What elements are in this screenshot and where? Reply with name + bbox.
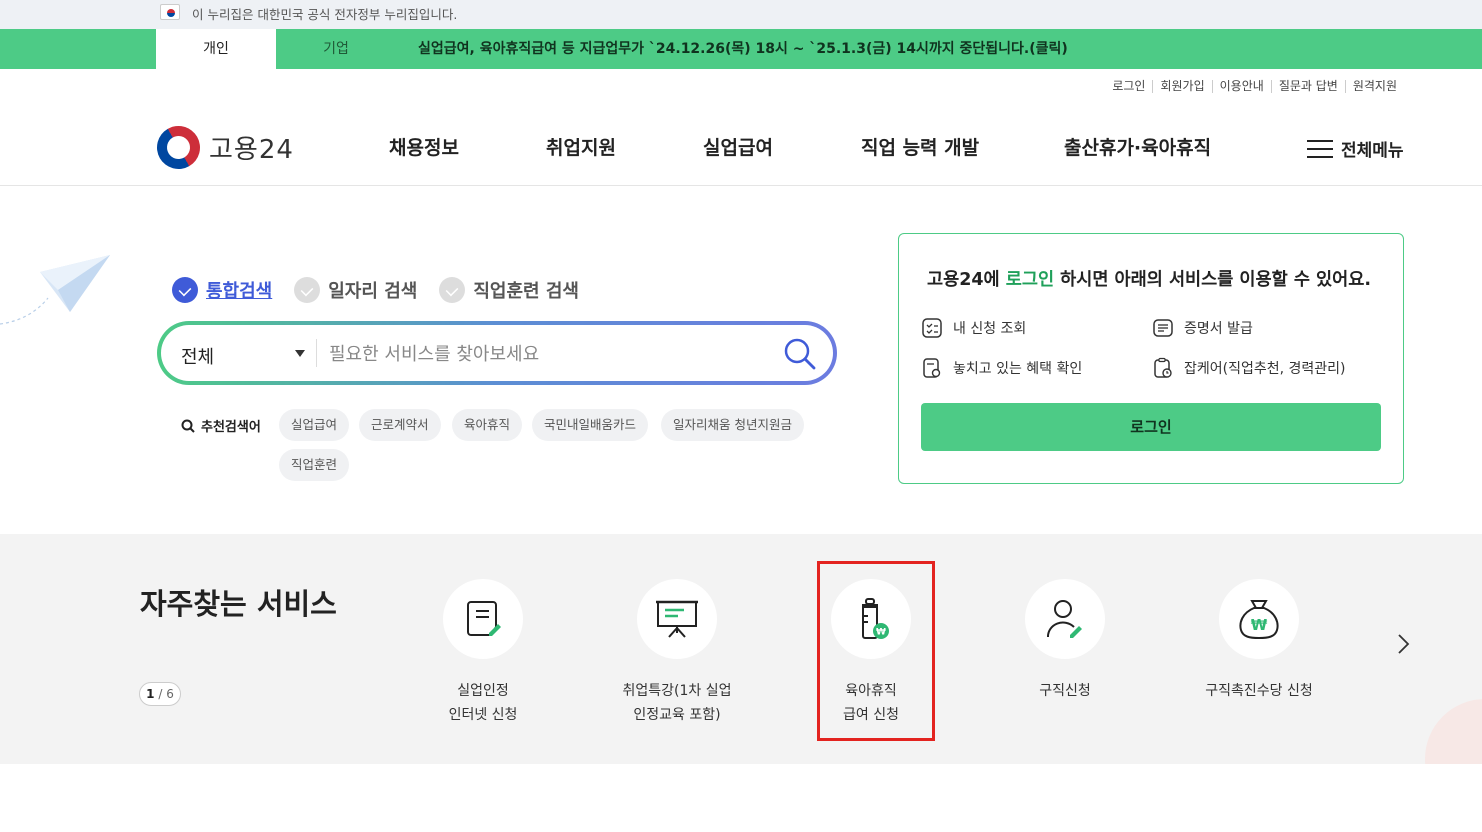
checklist-icon [922, 318, 942, 338]
check-circle-icon [172, 277, 198, 303]
korea-flag-icon [160, 4, 180, 20]
login-message: 고용24에 로그인 하시면 아래의 서비스를 이용할 수 있어요. [927, 270, 1371, 290]
service-job-promotion-allowance[interactable]: ₩ 구직촉진수당 신청 [1169, 579, 1349, 703]
tab-business[interactable]: 기업 [276, 29, 396, 69]
login-button[interactable]: 로그인 [921, 403, 1381, 451]
pager: 1 / 6 [139, 682, 181, 706]
all-menu-button[interactable]: 전체메뉴 [1307, 136, 1404, 161]
hamburger-icon [1307, 139, 1333, 159]
nav-parental-leave[interactable]: 출산휴가·육아휴직 [1064, 133, 1211, 160]
nav-vocational-training[interactable]: 직업 능력 개발 [861, 133, 979, 160]
nav-unemployment-benefit[interactable]: 실업급여 [703, 133, 773, 160]
service-missed-benefits[interactable]: 놓치고 있는 혜택 확인 [921, 357, 1082, 379]
document-pen-icon [467, 601, 501, 636]
tab-job-search[interactable]: 일자리 검색 [294, 277, 417, 303]
service-unemployment-recognition[interactable]: 실업인정 인터넷 신청 [393, 579, 573, 727]
service-job-lecture[interactable]: 취업특강(1차 실업 인정교육 포함) [587, 579, 767, 727]
qna-link[interactable]: 질문과 답변 [1270, 80, 1345, 93]
nav-employment-support[interactable]: 취업지원 [546, 133, 616, 160]
search-icon[interactable] [783, 337, 817, 371]
login-panel: 고용24에 로그인 하시면 아래의 서비스를 이용할 수 있어요. 내 신청 조… [898, 233, 1404, 484]
tab-training-search[interactable]: 직업훈련 검색 [439, 277, 579, 303]
nav-jobs[interactable]: 채용정보 [389, 133, 459, 160]
signup-link[interactable]: 회원가입 [1152, 80, 1211, 93]
section-title: 자주찾는 서비스 [140, 587, 337, 621]
keyword-chip[interactable]: 일자리채움 청년지원금 [661, 409, 804, 441]
money-bag-icon: ₩ [1239, 600, 1279, 640]
highlight-box [817, 561, 935, 741]
remote-support-link[interactable]: 원격지원 [1344, 80, 1404, 93]
document-search-icon [923, 358, 941, 378]
header-divider [0, 185, 1482, 186]
keyword-chip[interactable]: 근로계약서 [359, 409, 441, 441]
guide-link[interactable]: 이용안내 [1211, 80, 1271, 93]
person-pen-icon [1046, 600, 1082, 638]
search-box: 전체 [157, 321, 837, 385]
service-my-applications[interactable]: 내 신청 조회 [921, 317, 1026, 339]
svg-text:₩: ₩ [1251, 616, 1268, 634]
magnifier-icon [181, 419, 195, 433]
paper-plane-icon [0, 255, 110, 325]
service-job-seeking-registration[interactable]: 구직신청 [975, 579, 1155, 703]
site-logo[interactable]: 고용24 [149, 118, 294, 177]
utility-links: 로그인 회원가입 이용안내 질문과 답변 원격지원 [1105, 80, 1404, 93]
gov-banner-text: 이 누리집은 대한민국 공식 전자정부 누리집입니다. [192, 7, 458, 22]
keyword-chip[interactable]: 직업훈련 [279, 449, 350, 481]
taegeuk-logo-icon [149, 118, 208, 177]
search-input[interactable] [329, 339, 769, 369]
tab-integrated-search[interactable]: 통합검색 [172, 277, 272, 303]
check-circle-icon [439, 277, 466, 303]
logo-text: 고용24 [209, 135, 294, 165]
login-link[interactable]: 로그인 [1105, 80, 1152, 93]
service-jobcare[interactable]: 잡케어(직업추천, 경력관리) [1152, 357, 1346, 379]
chevron-right-icon[interactable] [1394, 632, 1412, 656]
gov-banner: 이 누리집은 대한민국 공식 전자정부 누리집입니다. [0, 0, 1482, 29]
frequent-services: 자주찾는 서비스 1 / 6 실업인정 인터넷 신청 취업특강(1차 실업 인정… [0, 534, 1482, 764]
check-circle-icon [294, 277, 321, 303]
notice-bar: 개인 기업 실업급여, 육아휴직급여 등 지급업무가 `24.12.26(목) … [0, 29, 1482, 69]
service-certificate[interactable]: 증명서 발급 [1152, 317, 1253, 339]
keyword-chip[interactable]: 국민내일배움카드 [532, 409, 649, 441]
tab-personal[interactable]: 개인 [156, 29, 276, 69]
keyword-chip[interactable]: 육아휴직 [452, 409, 523, 441]
category-select[interactable]: 전체 [181, 343, 214, 369]
keyword-chip[interactable]: 실업급여 [279, 409, 350, 441]
notice-link[interactable]: 실업급여, 육아휴직급여 등 지급업무가 `24.12.26(목) 18시 ~ … [418, 29, 1068, 69]
search-tabs: 통합검색 일자리 검색 직업훈련 검색 [172, 277, 601, 303]
clipboard-clock-icon [1154, 357, 1172, 378]
recommend-label: 추천검색어 [181, 416, 261, 435]
presentation-board-icon [656, 600, 698, 638]
certificate-icon [1153, 319, 1173, 337]
caret-down-icon[interactable] [295, 350, 305, 357]
all-menu-label: 전체메뉴 [1341, 141, 1404, 161]
